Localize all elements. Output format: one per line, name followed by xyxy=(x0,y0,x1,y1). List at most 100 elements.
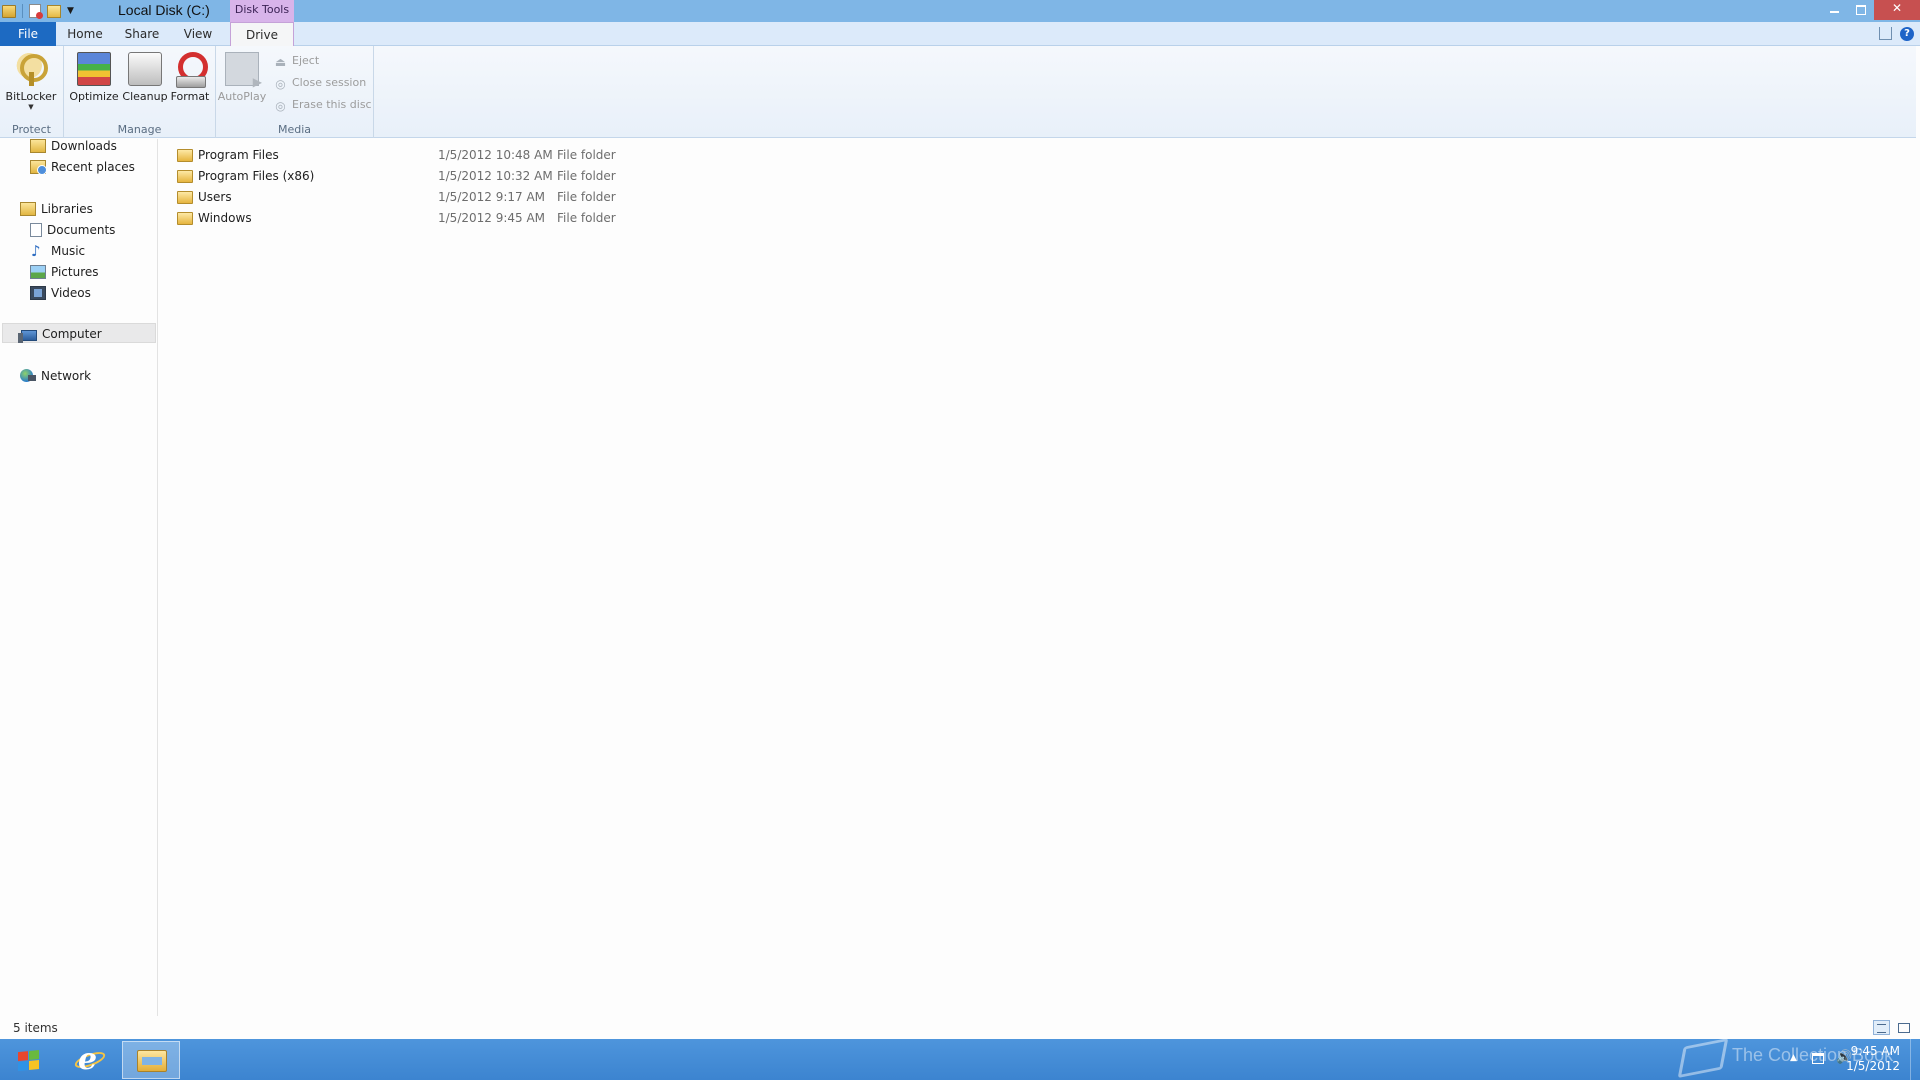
bitlocker-label: BitLocker xyxy=(5,90,57,103)
nav-item-downloads[interactable]: Downloads xyxy=(30,136,117,156)
nav-item-libraries[interactable]: Libraries xyxy=(20,199,93,219)
file-type: File folder xyxy=(557,169,616,183)
bitlocker-key-icon xyxy=(14,52,48,86)
folder-icon xyxy=(177,212,193,225)
clock[interactable]: 9:45 AM 1/5/2012 xyxy=(1846,1044,1900,1074)
start-button[interactable] xyxy=(4,1042,50,1078)
file-name: Program Files xyxy=(198,148,279,162)
new-folder-icon[interactable] xyxy=(47,4,61,18)
folder-icon xyxy=(177,170,193,183)
tab-drive[interactable]: Drive xyxy=(230,22,294,46)
item-count: 5 items xyxy=(13,1021,58,1035)
status-bar: 5 items xyxy=(0,1017,1920,1039)
cleanup-icon xyxy=(128,52,162,86)
internet-explorer-icon: e xyxy=(78,1042,98,1077)
erase-disc-label: Erase this disc xyxy=(292,98,372,111)
large-icons-view-icon[interactable] xyxy=(1895,1020,1912,1035)
network-status-icon[interactable] xyxy=(1812,1053,1824,1064)
show-hidden-icons-chevron-up-icon[interactable]: ▲ xyxy=(1790,1053,1797,1063)
file-explorer-icon xyxy=(137,1050,167,1072)
format-icon xyxy=(173,52,208,88)
eject-button[interactable]: ⏏ Eject xyxy=(274,52,319,70)
nav-label-pictures: Pictures xyxy=(51,265,99,279)
autoplay-button[interactable]: AutoPlay xyxy=(216,52,268,103)
nav-item-documents[interactable]: Documents xyxy=(30,220,115,240)
ribbon-drive: BitLocker ▼ Protect Optimize Cleanup For… xyxy=(0,46,1916,138)
autoplay-label: AutoPlay xyxy=(217,90,267,103)
clock-date: 1/5/2012 xyxy=(1846,1059,1900,1073)
optimize-label: Optimize xyxy=(69,90,119,103)
internet-explorer-taskbar-button[interactable]: e xyxy=(66,1042,114,1078)
file-type: File folder xyxy=(557,211,616,225)
bitlocker-button[interactable]: BitLocker ▼ xyxy=(5,52,57,111)
tab-file[interactable]: File xyxy=(0,22,56,46)
file-row[interactable]: Program Files (x86) 1/5/2012 10:32 AM Fi… xyxy=(171,167,691,186)
group-label-media: Media xyxy=(277,123,312,136)
group-protect: BitLocker ▼ Protect xyxy=(0,46,64,138)
file-explorer-taskbar-button[interactable] xyxy=(122,1041,180,1079)
details-view-icon[interactable] xyxy=(1873,1020,1890,1035)
customize-toolbar-chevron-down-icon[interactable]: ▼ xyxy=(67,6,74,16)
clock-time: 9:45 AM xyxy=(1850,1044,1900,1058)
nav-label-network: Network xyxy=(41,369,92,383)
group-media: AutoPlay ⏏ Eject ◎ Close session ◎ Erase th… xyxy=(216,46,374,138)
nav-item-computer[interactable]: Computer xyxy=(2,323,156,343)
minimize-ribbon-icon[interactable] xyxy=(1879,27,1892,40)
properties-icon[interactable] xyxy=(29,4,43,19)
videos-icon xyxy=(30,286,46,300)
nav-label-libraries: Libraries xyxy=(41,202,93,216)
minimize-button[interactable] xyxy=(1822,0,1848,20)
format-label: Format xyxy=(170,90,210,103)
tab-view[interactable]: View xyxy=(174,22,222,46)
bitlocker-chevron-down-icon: ▼ xyxy=(28,103,34,111)
group-label-manage: Manage xyxy=(117,123,162,136)
toolbar-separator xyxy=(22,4,23,18)
file-row[interactable]: Users 1/5/2012 9:17 AM File folder xyxy=(171,188,691,207)
file-date-modified: 1/5/2012 9:45 AM xyxy=(438,211,546,225)
folder-icon xyxy=(177,191,193,204)
nav-item-pictures[interactable]: Pictures xyxy=(30,262,99,282)
title-bar: ▼ Local Disk (C:) Disk Tools xyxy=(0,0,1920,22)
help-icon[interactable]: ? xyxy=(1900,27,1914,41)
nav-item-recent-places[interactable]: Recent places xyxy=(30,157,135,177)
documents-icon xyxy=(30,223,42,237)
nav-label-downloads: Downloads xyxy=(51,139,117,153)
erase-disc-icon: ◎ xyxy=(275,99,286,113)
file-row[interactable]: Windows 1/5/2012 9:45 AM File folder xyxy=(171,209,691,228)
maximize-button[interactable] xyxy=(1848,0,1874,20)
nav-label-documents: Documents xyxy=(47,223,116,237)
format-button[interactable]: Format xyxy=(164,52,216,103)
group-manage: Optimize Cleanup Format Manage xyxy=(64,46,216,138)
file-type: File folder xyxy=(557,148,616,162)
window-controls xyxy=(1822,0,1920,20)
explorer-icon[interactable] xyxy=(2,4,16,18)
nav-item-music[interactable]: Music xyxy=(30,241,85,261)
file-row[interactable]: Program Files 1/5/2012 10:48 AM File fol… xyxy=(171,146,691,165)
nav-item-videos[interactable]: Videos xyxy=(30,283,91,303)
file-type: File folder xyxy=(557,190,616,204)
window-title: Local Disk (C:) xyxy=(118,2,210,18)
nav-label-videos: Videos xyxy=(51,286,91,300)
pictures-icon xyxy=(30,265,46,279)
system-tray: The Collection Book ▲ 🔊 9:45 AM 1/5/2012 xyxy=(1660,1037,1920,1080)
taskbar: e The Collection Book ▲ 🔊 9:45 AM 1/5/20… xyxy=(0,1037,1920,1080)
ribbon-tab-bar: File Home Share View Drive ? xyxy=(0,22,1920,46)
tab-home[interactable]: Home xyxy=(60,22,110,46)
file-name: Program Files (x86) xyxy=(198,169,315,183)
file-date-modified: 1/5/2012 9:17 AM xyxy=(438,190,546,204)
recent-places-icon xyxy=(30,160,47,175)
folder-icon xyxy=(177,149,193,162)
erase-disc-button[interactable]: ◎ Erase this disc xyxy=(274,96,372,114)
optimize-button[interactable]: Optimize xyxy=(68,52,120,103)
close-button[interactable] xyxy=(1874,0,1920,20)
nav-item-network[interactable]: Network xyxy=(20,366,91,386)
nav-label-music: Music xyxy=(51,244,86,258)
file-date-modified: 1/5/2012 10:32 AM xyxy=(438,169,553,183)
nav-label-recent-places: Recent places xyxy=(51,160,135,174)
close-session-button[interactable]: ◎ Close session xyxy=(274,74,366,92)
tab-share[interactable]: Share xyxy=(116,22,168,46)
eject-icon: ⏏ xyxy=(274,55,287,69)
nav-label-computer: Computer xyxy=(42,327,102,341)
downloads-folder-icon xyxy=(30,139,46,153)
show-desktop-button[interactable] xyxy=(1910,1039,1920,1080)
